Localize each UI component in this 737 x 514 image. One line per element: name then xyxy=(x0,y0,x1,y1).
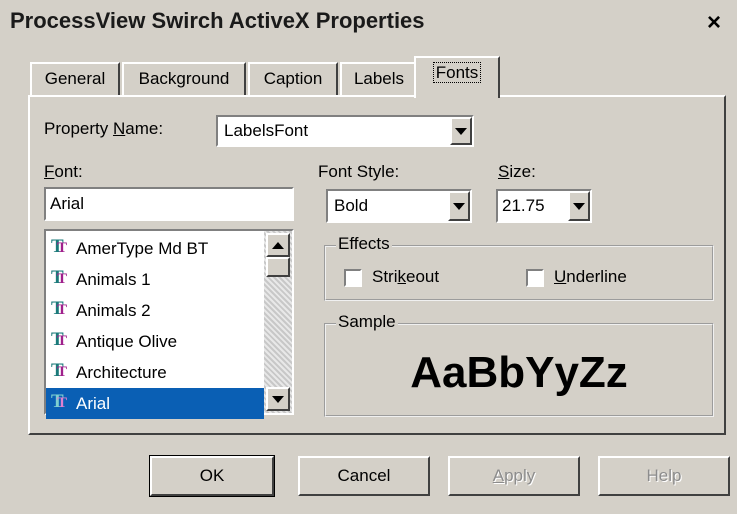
tab-background[interactable]: Background xyxy=(122,62,246,96)
chevron-down-icon[interactable] xyxy=(450,117,472,145)
list-item-selected[interactable]: T T Arial xyxy=(46,388,264,419)
close-button[interactable]: × xyxy=(700,8,728,38)
font-input-value: Arial xyxy=(50,194,85,213)
underline-label: Underline xyxy=(554,267,627,286)
size-select[interactable]: 21.75 xyxy=(496,189,592,223)
list-item[interactable]: T T AmerType Md BT xyxy=(46,233,264,264)
property-name-value: LabelsFont xyxy=(224,121,309,140)
chevron-down-icon[interactable] xyxy=(568,191,590,221)
font-style-value: Bold xyxy=(334,196,369,215)
sample-label: Sample xyxy=(336,312,398,332)
fonts-tab-panel: Property Name: LabelsFont Font: Arial TT… xyxy=(28,95,726,435)
chevron-down-icon[interactable] xyxy=(448,191,470,221)
help-button[interactable]: Help xyxy=(598,456,730,496)
list-item[interactable]: T T Antique Olive xyxy=(46,326,264,357)
cancel-button[interactable]: Cancel xyxy=(298,456,430,496)
window-title: ProcessView Swirch ActiveX Properties xyxy=(10,8,425,33)
font-style-select[interactable]: Bold xyxy=(326,189,472,223)
truetype-font-icon: TT xyxy=(51,359,68,381)
ok-button[interactable]: OK xyxy=(149,455,275,497)
chevron-down-icon[interactable] xyxy=(266,387,290,411)
scroll-thumb[interactable] xyxy=(266,257,290,277)
strikeout-checkbox[interactable] xyxy=(344,269,362,287)
font-list-items: T T AmerType Md BT T T Animals 1 T T Animals 2… xyxy=(46,233,264,419)
property-name-label: Property Name: xyxy=(44,119,164,138)
list-item[interactable]: T T Animals 2 xyxy=(46,295,264,326)
scroll-up-icon[interactable] xyxy=(266,233,290,257)
size-value: 21.75 xyxy=(502,196,545,215)
font-list-scrollbar[interactable] xyxy=(264,231,292,413)
font-style-label: Font Style: xyxy=(318,162,400,181)
property-name-select[interactable]: LabelsFont xyxy=(216,115,474,147)
tab-fonts[interactable]: Fonts xyxy=(414,56,500,98)
font-label: Font: xyxy=(44,162,83,181)
effects-label: Effects xyxy=(336,234,392,254)
font-input[interactable]: Arial xyxy=(44,187,294,221)
tab-label: General xyxy=(44,69,106,88)
tab-general[interactable]: General xyxy=(30,62,120,96)
tab-labels[interactable]: Labels xyxy=(340,62,418,96)
list-item[interactable]: T T Architecture xyxy=(46,357,264,388)
tab-label: Background xyxy=(138,69,230,88)
truetype-font-icon: TT xyxy=(51,266,68,288)
tab-caption[interactable]: Caption xyxy=(248,62,338,96)
tab-label: Caption xyxy=(263,69,323,88)
tab-label: Labels xyxy=(353,69,405,88)
title-bar: ProcessView Swirch ActiveX Properties × xyxy=(0,0,737,48)
apply-button[interactable]: Apply xyxy=(448,456,580,496)
list-item[interactable]: T T Animals 1 xyxy=(46,264,264,295)
strikeout-label: Strikeout xyxy=(372,267,440,286)
truetype-font-icon: TT xyxy=(51,390,68,412)
size-label: Size: xyxy=(498,162,536,181)
sample-text: AaBbYyZz xyxy=(410,348,628,397)
tab-label: Fonts xyxy=(432,62,482,83)
underline-checkbox[interactable] xyxy=(526,269,544,287)
truetype-font-icon: TT xyxy=(51,328,68,350)
font-list[interactable]: T T AmerType Md BT T T Animals 1 T T Animals 2… xyxy=(44,229,294,419)
truetype-font-icon: TT xyxy=(51,297,68,319)
truetype-font-icon: TT xyxy=(51,235,68,257)
